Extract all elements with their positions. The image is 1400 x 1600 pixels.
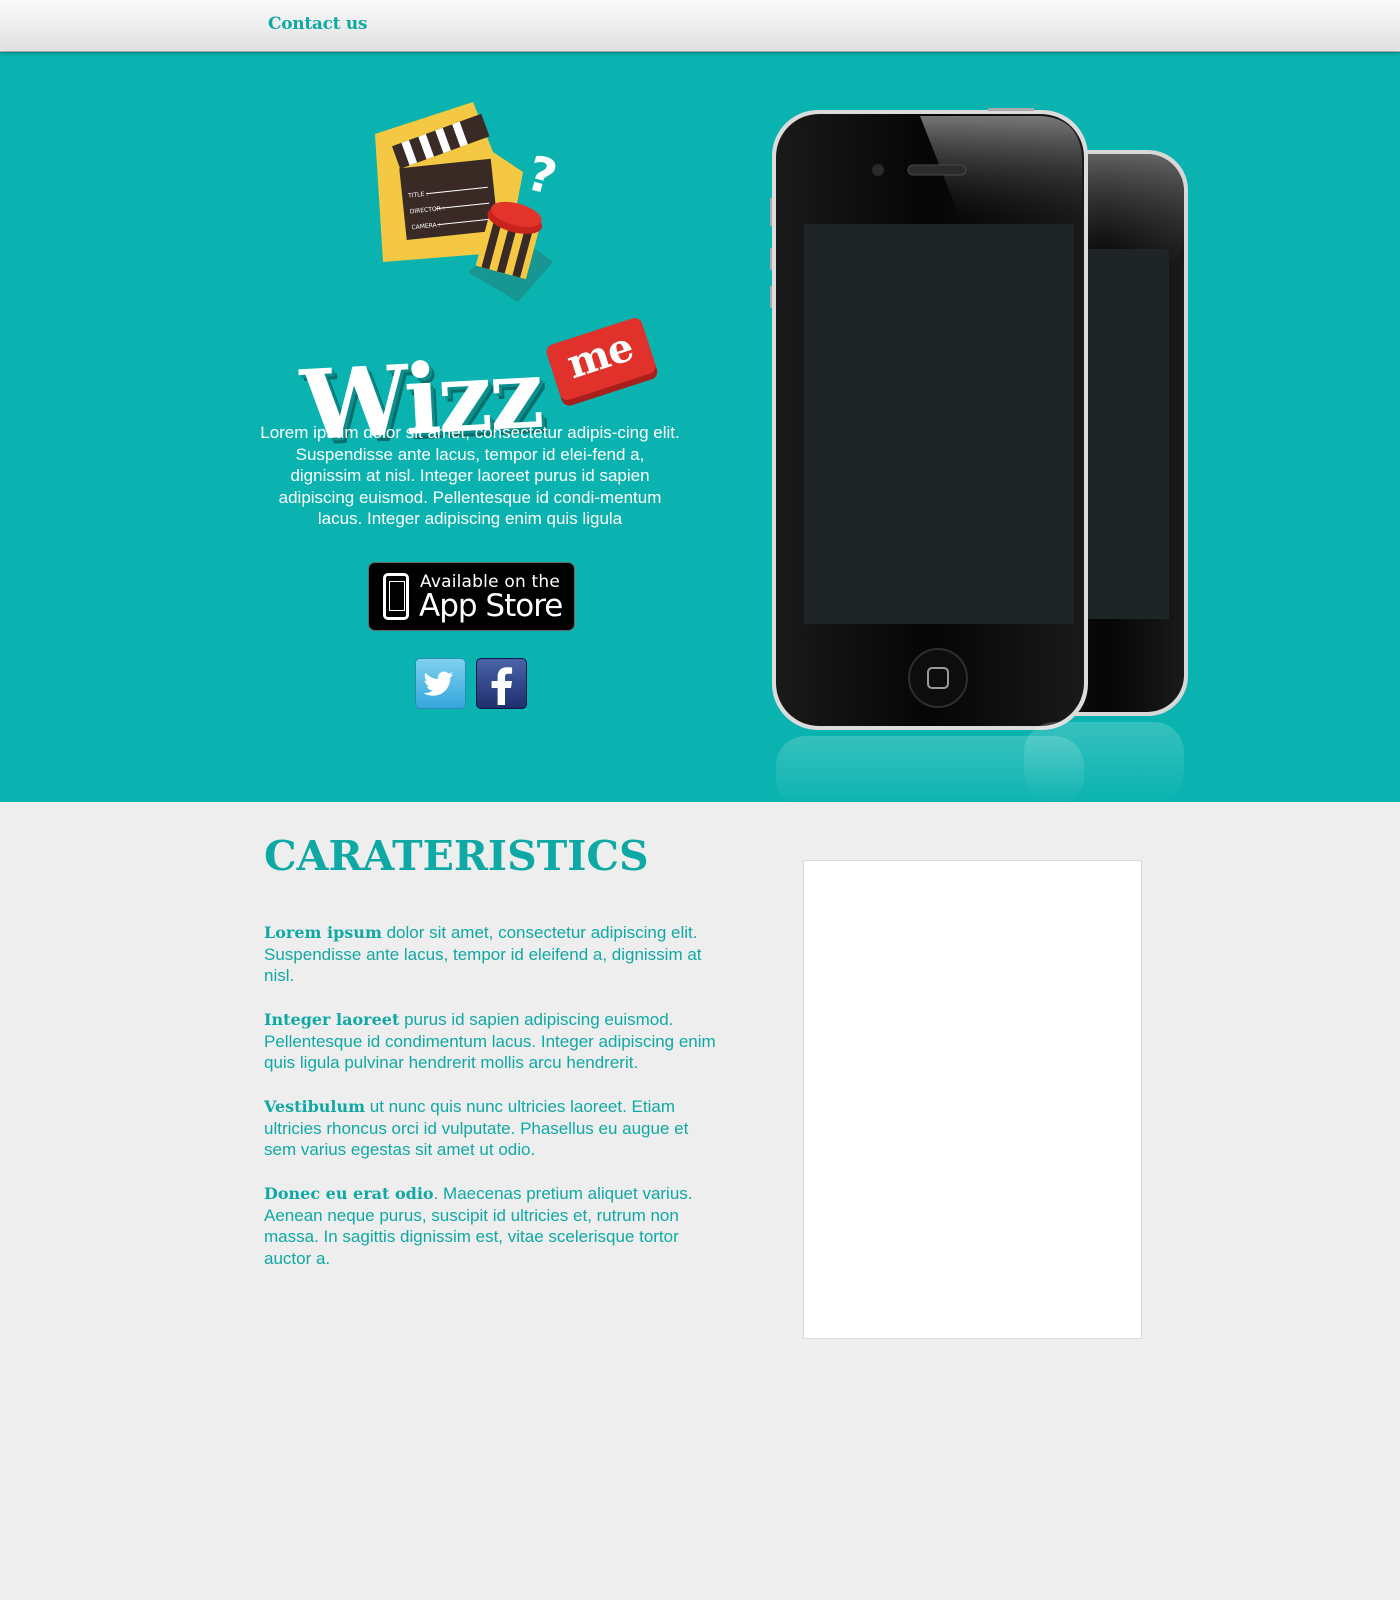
hero-section: TITLE : DIRECTOR : CAMERA : ? Wizz me Lo…: [0, 52, 1400, 802]
wizzme-logo: TITLE : DIRECTOR : CAMERA : ? Wizz me: [293, 102, 663, 462]
twitter-icon: [423, 671, 454, 696]
feature-heading: Vestibulum: [264, 1097, 366, 1116]
facebook-icon: [491, 667, 513, 705]
content-panel: [803, 860, 1142, 1339]
feature-heading: Integer laoreet: [264, 1010, 400, 1029]
facebook-button[interactable]: [476, 658, 527, 709]
feature-heading: Lorem ipsum: [264, 923, 382, 942]
feature-heading: Donec eu erat odio: [264, 1184, 434, 1203]
iphone-mockups: [770, 108, 1188, 802]
features-title: CARATERISTICS: [264, 832, 649, 880]
app-store-button[interactable]: Available on the App Store: [368, 562, 575, 631]
question-mark-icon: ?: [521, 145, 562, 206]
feature-paragraph: Donec eu erat odio. Maecenas pretium ali…: [264, 1183, 724, 1269]
twitter-button[interactable]: [415, 658, 466, 709]
appstore-line2: App Store: [419, 588, 563, 624]
iphone-icon: [383, 573, 409, 620]
contact-us-link[interactable]: Contact us: [268, 14, 367, 34]
clapperboard-buzzer-icon: TITLE : DIRECTOR : CAMERA : ?: [375, 102, 563, 302]
feature-paragraph: Integer laoreet purus id sapien adipisci…: [264, 1009, 724, 1074]
feature-paragraph: Lorem ipsum dolor sit amet, consectetur …: [264, 922, 724, 987]
feature-paragraph: Vestibulum ut nunc quis nunc ultricies l…: [264, 1096, 724, 1161]
hero-description: Lorem ipsum dolor sit amet, consectetur …: [260, 423, 680, 528]
top-navbar: Contact us: [0, 0, 1400, 52]
